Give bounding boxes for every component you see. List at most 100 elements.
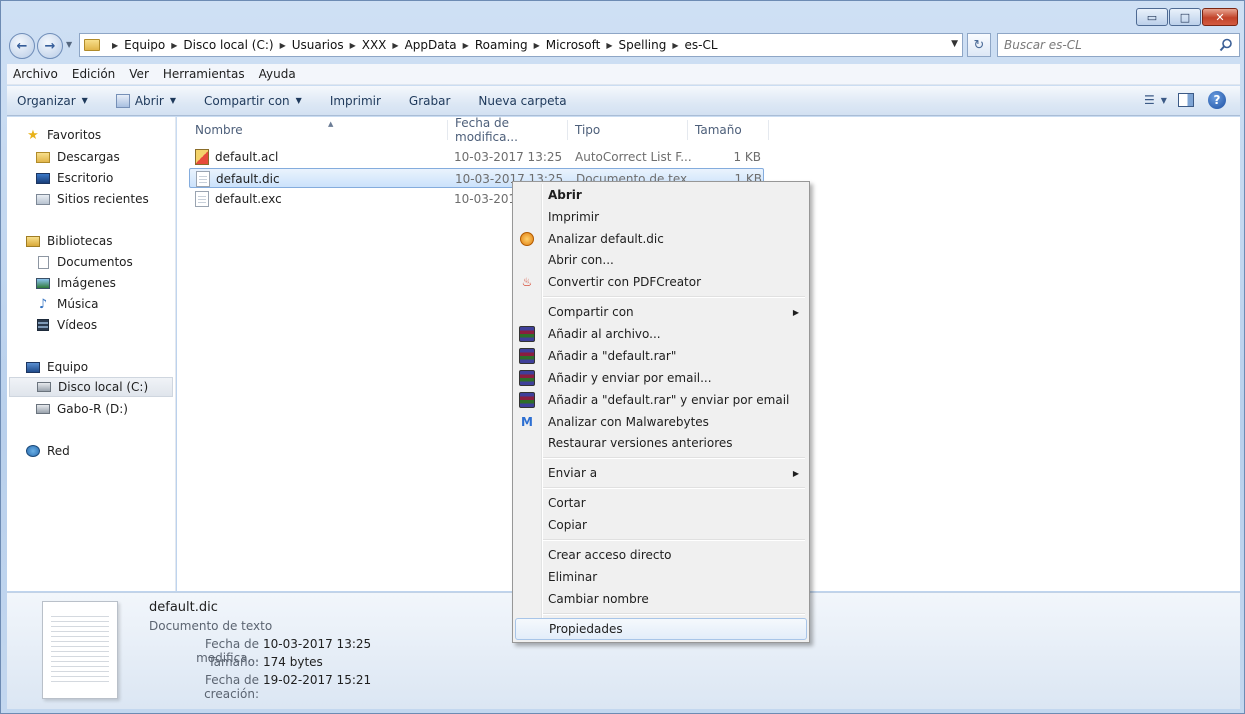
sidebar-item-gabo-r-d[interactable]: Gabo-R (D:): [35, 399, 128, 419]
refresh-button[interactable]: ↻: [967, 33, 991, 57]
recent-pages-dropdown[interactable]: ▼: [66, 40, 72, 49]
chevron-right-icon[interactable]: ▶: [350, 41, 356, 50]
forward-button[interactable]: →: [37, 33, 63, 59]
menu-archivo[interactable]: Archivo: [13, 67, 58, 81]
menu-item-crear-acceso-directo[interactable]: Crear acceso directo: [515, 544, 807, 566]
chevron-right-icon: ▶: [112, 40, 119, 50]
breadcrumb-item[interactable]: Usuarios: [292, 38, 344, 52]
details-file-type: Documento de texto: [149, 619, 273, 633]
libraries-icon: [25, 234, 41, 248]
menu-item-label: Imprimir: [548, 210, 600, 224]
menu-item-anadir-enviar-email[interactable]: Añadir y enviar por email...: [515, 367, 807, 389]
sidebar-item-red[interactable]: Red: [25, 441, 70, 461]
details-created-label: Fecha de creación:: [204, 673, 259, 701]
breadcrumb-item[interactable]: Roaming: [475, 38, 528, 52]
menu-item-label: Restaurar versiones anteriores: [548, 436, 733, 450]
text-document-icon: [196, 171, 210, 187]
menu-item-anadir-archivo[interactable]: Añadir al archivo...: [515, 323, 807, 345]
menu-item-enviar-a[interactable]: Enviar a ▶: [515, 462, 807, 484]
sidebar-item-disco-local-c[interactable]: Disco local (C:): [9, 377, 173, 397]
sidebar-item-favorites[interactable]: ★ Favoritos: [25, 125, 101, 145]
column-header-size[interactable]: Tamaño: [689, 120, 769, 140]
breadcrumb-item[interactable]: Microsoft: [546, 38, 601, 52]
details-file-name: default.dic: [149, 600, 218, 615]
sidebar-item-imagenes[interactable]: Imágenes: [35, 273, 116, 293]
menu-item-abrir[interactable]: Abrir: [515, 184, 807, 206]
menu-item-cortar[interactable]: Cortar: [515, 492, 807, 514]
chevron-right-icon[interactable]: ▶: [534, 41, 540, 50]
menu-item-label: Añadir y enviar por email...: [548, 371, 712, 385]
menu-item-anadir-rar-enviar-email[interactable]: Añadir a "default.rar" y enviar por emai…: [515, 389, 807, 411]
maximize-icon: □: [1179, 10, 1191, 24]
search-input[interactable]: [998, 34, 1208, 56]
burn-button[interactable]: Grabar: [409, 94, 451, 108]
menu-item-eliminar[interactable]: Eliminar: [515, 566, 807, 588]
folder-icon: [84, 39, 100, 51]
breadcrumb-item[interactable]: Equipo: [124, 38, 165, 52]
sidebar-item-escritorio[interactable]: Escritorio: [35, 168, 113, 188]
chevron-right-icon[interactable]: ▶: [392, 41, 398, 50]
sidebar-item-bibliotecas[interactable]: Bibliotecas: [25, 231, 112, 251]
sidebar-item-descargas[interactable]: Descargas: [35, 147, 120, 167]
close-button[interactable]: ✕: [1202, 8, 1238, 26]
menu-item-cambiar-nombre[interactable]: Cambiar nombre: [515, 588, 807, 610]
chevron-right-icon[interactable]: ▶: [280, 41, 286, 50]
menu-ver[interactable]: Ver: [129, 67, 149, 81]
maximize-button[interactable]: □: [1169, 8, 1201, 26]
file-row[interactable]: default.acl 10-03-2017 13:25 AutoCorrect…: [189, 147, 764, 167]
menu-item-copiar[interactable]: Copiar: [515, 514, 807, 536]
menu-separator: [543, 539, 805, 541]
menu-item-compartir-con[interactable]: Compartir con ▶: [515, 301, 807, 323]
sidebar-item-equipo[interactable]: Equipo: [25, 357, 88, 377]
sidebar-item-musica[interactable]: ♪ Música: [35, 294, 99, 314]
new-folder-button[interactable]: Nueva carpeta: [478, 94, 566, 108]
column-header-date[interactable]: Fecha de modifica...: [449, 116, 568, 144]
address-bar[interactable]: ▶ Equipo ▶ Disco local (C:) ▶ Usuarios ▶…: [79, 33, 963, 57]
back-button[interactable]: ←: [9, 33, 35, 59]
menu-item-analizar-avast[interactable]: Analizar default.dic: [515, 228, 807, 250]
sidebar-item-sitios-recientes[interactable]: Sitios recientes: [35, 189, 149, 209]
breadcrumb-item[interactable]: es-CL: [685, 38, 718, 52]
column-header-type[interactable]: Tipo: [569, 120, 688, 140]
menu-item-propiedades[interactable]: Propiedades: [515, 618, 807, 640]
share-button[interactable]: Compartir con ▼: [204, 94, 302, 108]
breadcrumb-item[interactable]: Disco local (C:): [183, 38, 273, 52]
search-box[interactable]: [997, 33, 1240, 57]
breadcrumb-item[interactable]: AppData: [405, 38, 457, 52]
chevron-right-icon[interactable]: ▶: [463, 41, 469, 50]
chevron-right-icon[interactable]: ▶: [606, 41, 612, 50]
breadcrumb-item[interactable]: XXX: [362, 38, 387, 52]
breadcrumb-item[interactable]: Spelling: [619, 38, 667, 52]
open-button[interactable]: Abrir ▼: [115, 93, 176, 108]
address-dropdown-icon[interactable]: ▼: [951, 39, 958, 49]
menu-separator: [543, 457, 805, 459]
submenu-arrow-icon: ▶: [792, 468, 799, 478]
menu-item-convertir-pdfcreator[interactable]: ♨ Convertir con PDFCreator: [515, 271, 807, 293]
chevron-right-icon[interactable]: ▶: [171, 41, 177, 50]
chevron-right-icon[interactable]: ▶: [672, 41, 678, 50]
column-header-name[interactable]: Nombre ▲: [189, 120, 448, 140]
preview-pane-icon[interactable]: [1178, 93, 1194, 107]
sidebar-item-videos[interactable]: Vídeos: [35, 315, 97, 335]
navigation-pane: ★ Favoritos Descargas Escritorio Sitios …: [7, 117, 176, 591]
back-arrow-icon: ←: [16, 38, 28, 54]
desktop-icon: [35, 171, 51, 185]
menu-item-imprimir[interactable]: Imprimir: [515, 206, 807, 228]
menu-item-analizar-malwarebytes[interactable]: M Analizar con Malwarebytes: [515, 411, 807, 433]
print-button[interactable]: Imprimir: [330, 94, 381, 108]
minimize-button[interactable]: ▭: [1136, 8, 1168, 26]
menu-edicion[interactable]: Edición: [72, 67, 115, 81]
search-icon[interactable]: [1219, 38, 1233, 52]
organize-button[interactable]: Organizar ▼: [17, 94, 88, 108]
help-icon[interactable]: ?: [1208, 91, 1226, 109]
sidebar-item-documentos[interactable]: Documentos: [35, 252, 133, 272]
open-label: Abrir: [134, 93, 164, 108]
menu-item-restaurar-versiones[interactable]: Restaurar versiones anteriores: [515, 432, 807, 454]
sidebar-item-label: Descargas: [57, 150, 120, 164]
change-view-button[interactable]: ☰ ▼: [1144, 93, 1167, 107]
menu-item-abrir-con[interactable]: Abrir con...: [515, 249, 807, 271]
menu-ayuda[interactable]: Ayuda: [259, 67, 296, 81]
menu-item-anadir-default-rar[interactable]: Añadir a "default.rar": [515, 345, 807, 367]
submenu-arrow-icon: ▶: [792, 307, 799, 317]
menu-herramientas[interactable]: Herramientas: [163, 67, 245, 81]
